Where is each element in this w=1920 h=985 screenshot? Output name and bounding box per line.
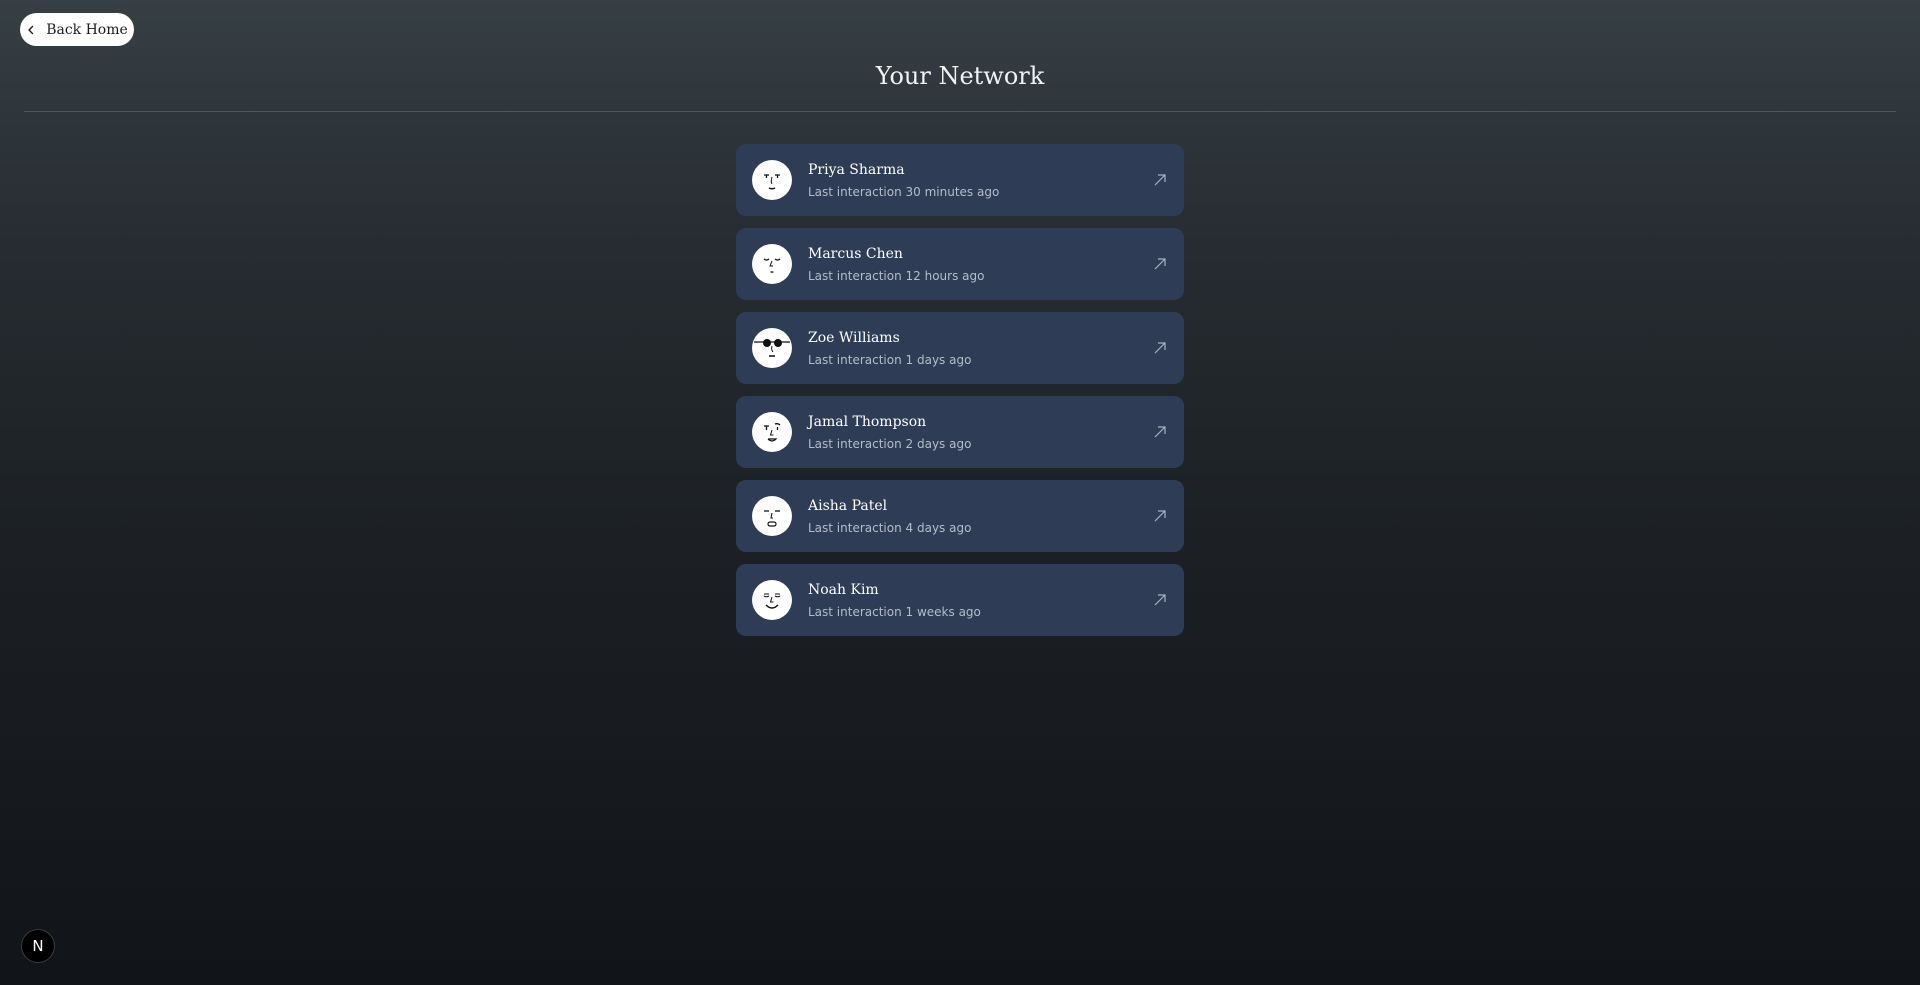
contact-card[interactable]: Aisha Patel Last interaction 4 days ago <box>736 480 1184 552</box>
contact-card[interactable]: Marcus Chen Last interaction 12 hours ag… <box>736 228 1184 300</box>
avatar-face-smile-icon <box>752 580 792 620</box>
contact-last-interaction: Last interaction 12 hours ago <box>808 268 985 283</box>
contact-card[interactable]: Jamal Thompson Last interaction 2 days a… <box>736 396 1184 468</box>
contact-last-interaction: Last interaction 30 minutes ago <box>808 184 1000 199</box>
contact-name: Aisha Patel <box>808 497 888 514</box>
page-title: Your Network <box>875 62 1045 90</box>
arrow-up-right-icon <box>1154 258 1166 270</box>
avatar-face-neutral-icon <box>752 160 792 200</box>
contact-name: Marcus Chen <box>808 245 903 262</box>
contact-list: Priya Sharma Last interaction 30 minutes… <box>736 144 1184 636</box>
contact-card[interactable]: Zoe Williams Last interaction 1 days ago <box>736 312 1184 384</box>
arrow-up-right-icon <box>1154 594 1166 606</box>
nextjs-badge-icon[interactable]: N <box>21 929 55 963</box>
back-home-label: Back Home <box>46 21 128 38</box>
contact-name: Jamal Thompson <box>808 413 927 430</box>
chevron-left-icon <box>26 25 36 35</box>
contact-name: Priya Sharma <box>808 161 905 178</box>
arrow-up-right-icon <box>1154 426 1166 438</box>
arrow-up-right-icon <box>1154 174 1166 186</box>
arrow-up-right-icon <box>1154 342 1166 354</box>
contact-name: Noah Kim <box>808 581 879 598</box>
avatar-face-sleepy-icon <box>752 244 792 284</box>
contact-last-interaction: Last interaction 2 days ago <box>808 436 972 451</box>
avatar-face-raised-brow-icon <box>752 412 792 452</box>
arrow-up-right-icon <box>1154 510 1166 522</box>
avatar-face-sunglasses-icon <box>752 328 792 368</box>
contact-last-interaction: Last interaction 4 days ago <box>808 520 972 535</box>
contact-last-interaction: Last interaction 1 weeks ago <box>808 604 981 619</box>
contact-card[interactable]: Priya Sharma Last interaction 30 minutes… <box>736 144 1184 216</box>
header-divider <box>24 111 1896 112</box>
avatar-face-calm-icon <box>752 496 792 536</box>
contact-last-interaction: Last interaction 1 days ago <box>808 352 972 367</box>
badge-label: N <box>32 937 44 955</box>
back-home-button[interactable]: Back Home <box>20 13 134 46</box>
contact-card[interactable]: Noah Kim Last interaction 1 weeks ago <box>736 564 1184 636</box>
contact-name: Zoe Williams <box>808 329 900 346</box>
